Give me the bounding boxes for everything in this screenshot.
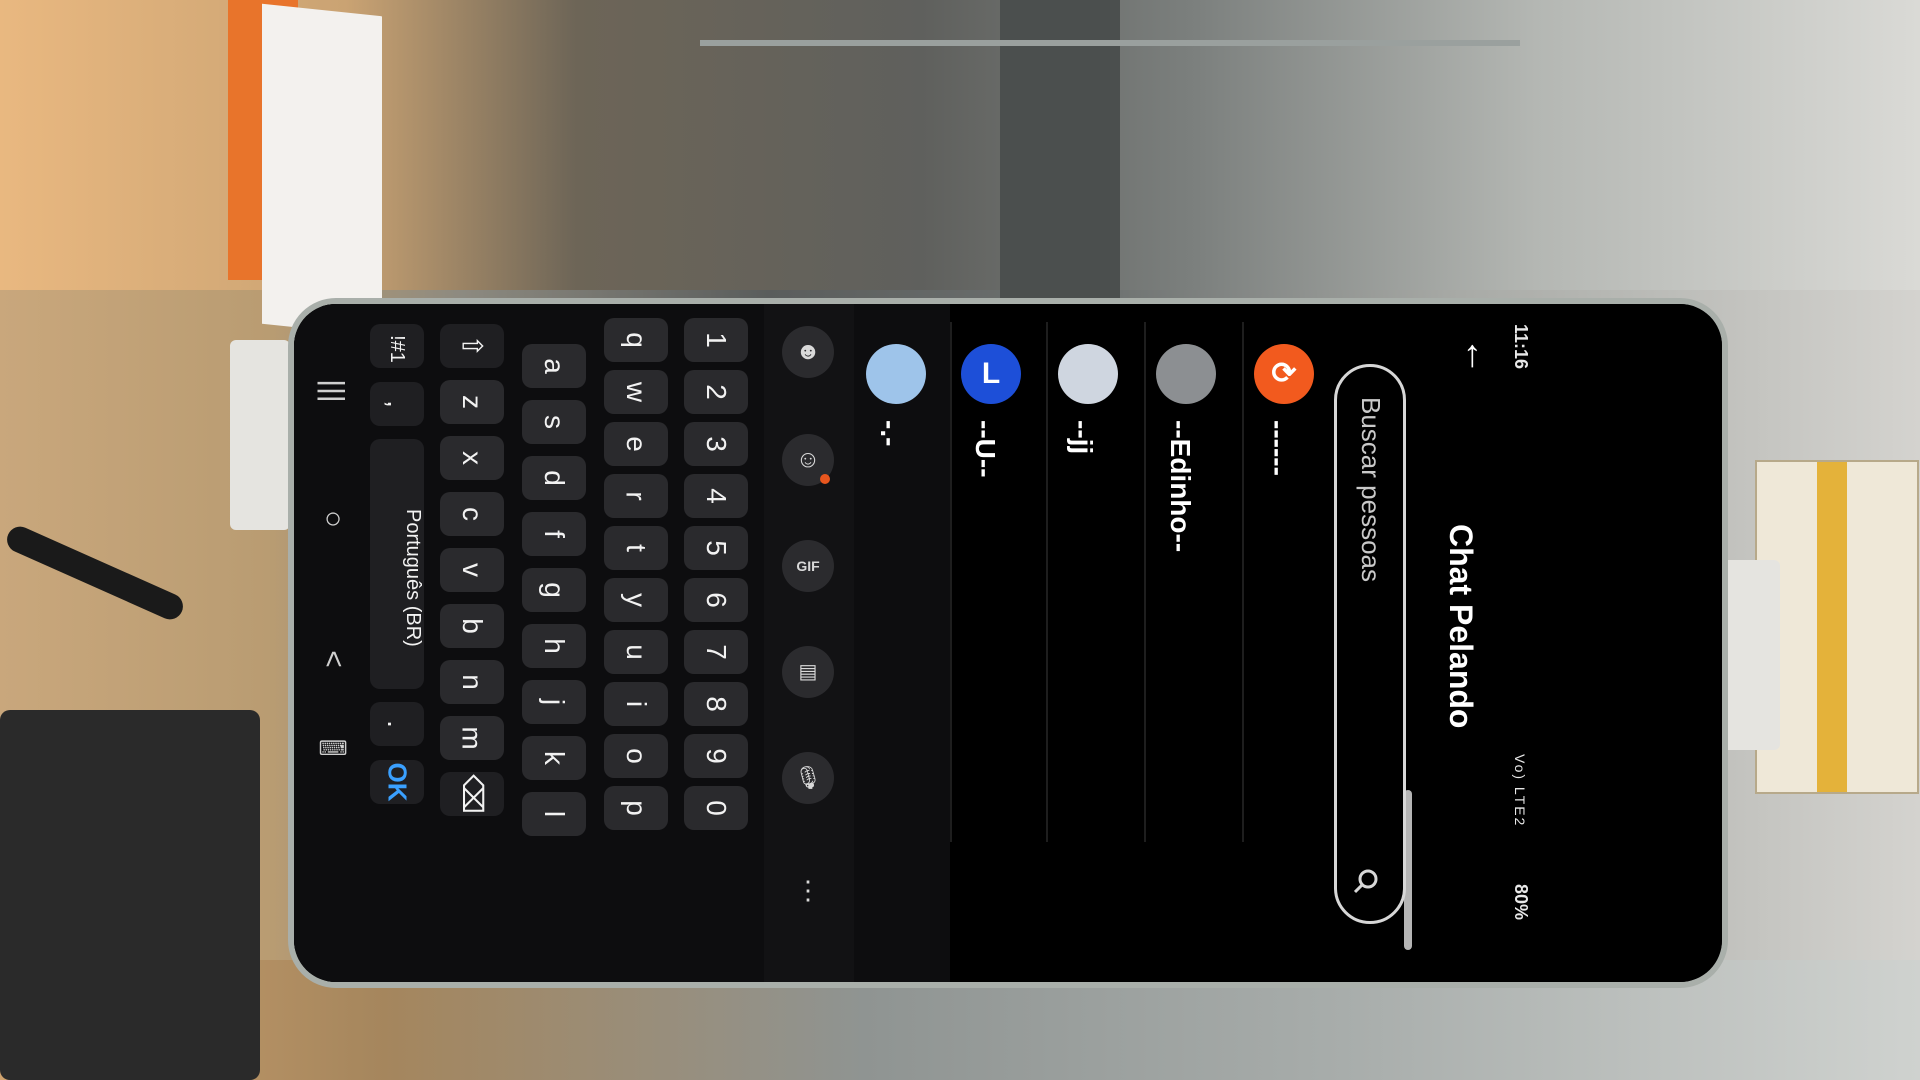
key[interactable]: p [604, 786, 668, 830]
key[interactable]: j [522, 680, 586, 724]
clipboard-icon[interactable]: ▤ [782, 646, 834, 698]
key[interactable]: 3 [684, 422, 748, 466]
avatar [1058, 344, 1118, 404]
contact-name: --Edinho-- [1165, 420, 1196, 553]
list-item[interactable]: --Edinho-- [1144, 344, 1234, 904]
notification-dot [820, 474, 830, 484]
key[interactable]: a [522, 344, 586, 388]
search-input[interactable]: Buscar pessoas [1334, 364, 1406, 924]
key[interactable]: s [522, 400, 586, 444]
key[interactable]: n [440, 660, 504, 704]
contact-name: --U-- [970, 420, 1001, 478]
sticker-icon[interactable]: ☻ [782, 326, 834, 378]
key[interactable]: y [604, 578, 668, 622]
key[interactable]: i [604, 682, 668, 726]
key[interactable]: f [522, 512, 586, 556]
gif-icon[interactable]: GIF [782, 540, 834, 592]
arrow-left-icon[interactable]: ← [1456, 334, 1500, 378]
key[interactable]: 7 [684, 630, 748, 674]
phone: ||| ○ < ⌨ !#1 , Português (BR) . OK ⇧ z … [288, 298, 1728, 988]
more-icon[interactable]: ⋮ [782, 864, 834, 916]
key[interactable]: 6 [684, 578, 748, 622]
key[interactable]: 2 [684, 370, 748, 414]
white-card [262, 3, 382, 337]
list-item[interactable]: L --U-- [949, 344, 1039, 904]
key[interactable]: m [440, 716, 504, 760]
key[interactable]: 4 [684, 474, 748, 518]
key[interactable]: l [522, 792, 586, 836]
key[interactable]: 5 [684, 526, 748, 570]
contact-name: -.- [875, 420, 906, 447]
ok-key[interactable]: OK [370, 760, 424, 804]
comma-key[interactable]: , [370, 382, 424, 426]
phone-screen: ||| ○ < ⌨ !#1 , Português (BR) . OK ⇧ z … [294, 304, 1722, 982]
key[interactable]: r [604, 474, 668, 518]
key[interactable]: v [440, 548, 504, 592]
key[interactable]: d [522, 456, 586, 500]
avatar: ⟳ [1254, 344, 1314, 404]
avatar [1156, 344, 1216, 404]
search-icon[interactable] [1351, 867, 1381, 897]
key[interactable]: z [440, 380, 504, 424]
key[interactable]: 9 [684, 734, 748, 778]
period-key[interactable]: . [370, 702, 424, 746]
key[interactable]: o [604, 734, 668, 778]
contact-name: --jj [1067, 420, 1098, 455]
avatar [866, 344, 926, 404]
key[interactable]: q [604, 318, 668, 362]
key[interactable]: b [440, 604, 504, 648]
backspace-key[interactable]: ⌫ [440, 772, 504, 816]
key[interactable]: w [604, 370, 668, 414]
page-title: Chat Pelando [1443, 524, 1479, 729]
status-battery: 80% [1511, 884, 1531, 921]
foam-block [0, 710, 260, 1080]
search-placeholder: Buscar pessoas [1356, 397, 1386, 582]
key[interactable]: e [604, 422, 668, 466]
key[interactable]: c [440, 492, 504, 536]
microphone-icon[interactable]: 🎙 [782, 752, 834, 804]
avatar: L [961, 344, 1021, 404]
key[interactable]: t [604, 526, 668, 570]
key[interactable]: h [522, 624, 586, 668]
status-time: 11:16 [1511, 324, 1531, 370]
phone-holder-right [1720, 560, 1780, 750]
list-item[interactable]: ⟳ ------ [1242, 344, 1332, 904]
key[interactable]: k [522, 736, 586, 780]
contact-name: ------ [1263, 420, 1294, 476]
key[interactable]: u [604, 630, 668, 674]
keyboard-toolbar: ☻ ☺ GIF ▤ 🎙 ⋮ [764, 304, 854, 982]
key[interactable]: g [522, 568, 586, 612]
key[interactable]: x [440, 436, 504, 480]
list-item[interactable]: --jj [1046, 344, 1136, 904]
key[interactable]: 1 [684, 318, 748, 362]
phone-holder-left [230, 340, 290, 530]
status-signal: Vo) LTE2 [1512, 754, 1528, 828]
status-bar: 11:16 Vo) LTE2 80% [1504, 324, 1544, 924]
shift-key[interactable]: ⇧ [440, 324, 504, 368]
key[interactable]: 8 [684, 682, 748, 726]
symbols-key[interactable]: !#1 [370, 324, 424, 368]
key[interactable]: 0 [684, 786, 748, 830]
space-key[interactable]: Português (BR) [370, 439, 424, 689]
cable [2, 522, 188, 624]
list-item[interactable]: -.- [854, 344, 944, 904]
background-frame [700, 40, 1520, 46]
